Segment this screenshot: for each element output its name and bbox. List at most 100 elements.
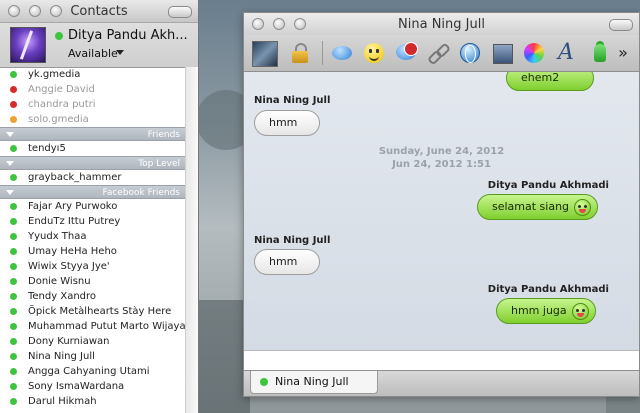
toolbar-toggle-button[interactable] <box>609 19 633 31</box>
message-bubble-mine: ehem2 <box>506 72 595 91</box>
status-away-icon <box>10 116 17 123</box>
avatar[interactable] <box>10 27 46 63</box>
web-browser-icon[interactable] <box>458 41 482 65</box>
more-icon[interactable]: » <box>614 41 632 65</box>
send-im-icon[interactable] <box>330 41 354 65</box>
contact-row[interactable]: Yyudx Thaa <box>0 229 186 244</box>
status-online-icon <box>10 71 17 78</box>
buddy-photo-icon[interactable] <box>252 41 278 67</box>
group-header[interactable]: Top Level <box>0 156 186 170</box>
group-label: Friends <box>147 130 180 140</box>
message-bubble-theirs: hmm <box>254 110 320 136</box>
contact-row[interactable]: EnduTz Ittu Putrey <box>0 214 186 229</box>
status-online-icon <box>10 353 17 360</box>
contact-name: EnduTz Ittu Putrey <box>28 216 121 227</box>
insert-emoticon-icon[interactable] <box>362 41 386 65</box>
contact-name: Angga Cahyaning Utami <box>28 366 150 377</box>
contact-row[interactable]: Wiwix Styya Jye' <box>0 259 186 274</box>
scrollbar[interactable] <box>185 67 198 413</box>
disclosure-triangle-icon[interactable] <box>6 132 14 137</box>
group-label: Top Level <box>138 159 180 169</box>
toolbar-toggle-button[interactable] <box>168 6 192 18</box>
tab-nina-ning-jull[interactable]: Nina Ning Jull <box>250 371 378 394</box>
message-bubble-mine: hmm juga <box>496 298 596 324</box>
contact-row[interactable]: yk.gmedia <box>0 67 186 82</box>
status-online-icon <box>10 338 17 345</box>
contact-row[interactable]: chandra putri <box>0 97 186 112</box>
block-icon[interactable] <box>394 41 418 65</box>
status-online-icon <box>10 368 17 375</box>
contact-name: grayback_hammer <box>28 172 122 183</box>
contact-row[interactable]: grayback_hammer <box>0 170 186 185</box>
status-online-icon <box>10 398 17 405</box>
message-sender: Nina Ning Jull <box>254 235 331 246</box>
account-panel: Ditya Pandu Akh... Available <box>0 23 198 68</box>
status-online-icon <box>10 218 17 225</box>
group-header[interactable]: Facebook Friends <box>0 185 186 199</box>
contacts-titlebar[interactable]: Contacts <box>0 0 198 23</box>
user-info-icon[interactable] <box>588 41 612 65</box>
chat-titlebar[interactable]: Nina Ning Jull <box>244 13 639 35</box>
contact-name: Donie Wisnu <box>28 276 91 287</box>
status-selector[interactable]: Available <box>68 47 118 60</box>
insert-image-icon[interactable] <box>490 41 514 65</box>
contact-row[interactable]: solo.gmedia <box>0 112 186 127</box>
status-online-icon <box>55 32 63 40</box>
chevron-down-icon[interactable] <box>116 50 124 55</box>
message-bubble-theirs: hmm <box>254 249 320 275</box>
contact-row[interactable]: Dony Kurniawan <box>0 334 186 349</box>
contact-list: yk.gmedia Anggie David chandra putri solo.g… <box>0 67 186 413</box>
contact-row[interactable]: tendyı5 <box>0 141 186 156</box>
contact-row[interactable]: Fajar Ary Purwoko <box>0 199 186 214</box>
contact-name: Yyudx Thaa <box>28 231 87 242</box>
message-input[interactable] <box>244 350 639 371</box>
contact-row[interactable]: Darul Hikmah <box>0 394 186 409</box>
message-sender: Ditya Pandu Akhmadi <box>487 284 609 295</box>
status-busy-icon <box>10 101 17 108</box>
contact-row[interactable]: Tendy Xandro <box>0 289 186 304</box>
window-title: Nina Ning Jull <box>398 17 485 32</box>
contact-name: tendyı5 <box>28 143 66 154</box>
encryption-lock-icon[interactable] <box>288 41 312 65</box>
status-busy-icon <box>10 86 17 93</box>
contact-name: Fajar Ary Purwoko <box>28 201 118 212</box>
status-online-icon <box>10 203 17 210</box>
contact-name: Nina Ning Jull <box>28 351 95 362</box>
contact-row[interactable]: Angga Cahyaning Utami <box>0 364 186 379</box>
status-online-icon <box>260 378 268 386</box>
message-text: hmm <box>269 116 298 129</box>
contact-row[interactable]: Öpick Metàlhearts Stày Here <box>0 304 186 319</box>
account-name: Ditya Pandu Akh... <box>68 28 188 43</box>
date-separator: Sunday, June 24, 2012 <box>378 146 505 157</box>
message-transcript[interactable]: ehem2 Nina Ning Jull hmm Sunday, June 24… <box>244 72 639 350</box>
group-header[interactable]: Friends <box>0 127 186 141</box>
message-text: hmm juga <box>511 304 567 317</box>
contact-row[interactable]: Donie Wisnu <box>0 274 186 289</box>
chat-window: Nina Ning Jull A » ehem2 Nina Ning Jull … <box>243 12 640 397</box>
emoticon-icon <box>574 199 592 216</box>
contact-row[interactable]: Anggie David <box>0 82 186 97</box>
contact-name: Umay HeHa Heho <box>28 246 117 257</box>
message-text: hmm <box>269 255 298 268</box>
contact-row[interactable]: Sony IsmaWardana <box>0 379 186 394</box>
disclosure-triangle-icon[interactable] <box>6 190 14 195</box>
contact-name: Anggie David <box>28 84 95 95</box>
group-label: Facebook Friends <box>102 188 180 198</box>
status-online-icon <box>10 323 17 330</box>
contact-name: Darul Hikmah <box>28 396 97 407</box>
contact-name: Muhammad Putut Marto Wijaya <box>28 321 186 332</box>
contact-name: Wiwix Styya Jye' <box>28 261 110 272</box>
contact-row[interactable]: Nina Ning Jull <box>0 349 186 364</box>
insert-link-icon[interactable] <box>426 41 452 66</box>
color-picker-icon[interactable] <box>522 41 546 65</box>
status-online-icon <box>10 278 17 285</box>
emoticon-icon <box>571 303 589 320</box>
status-online-icon <box>10 308 17 315</box>
tab-bar: Nina Ning Jull <box>244 370 639 396</box>
contact-row[interactable]: Muhammad Putut Marto Wijaya <box>0 319 186 334</box>
toolbar-divider <box>322 41 323 65</box>
contact-row[interactable]: Umay HeHa Heho <box>0 244 186 259</box>
chat-toolbar: A » <box>244 35 639 72</box>
font-icon[interactable]: A <box>554 41 578 65</box>
disclosure-triangle-icon[interactable] <box>6 161 14 166</box>
